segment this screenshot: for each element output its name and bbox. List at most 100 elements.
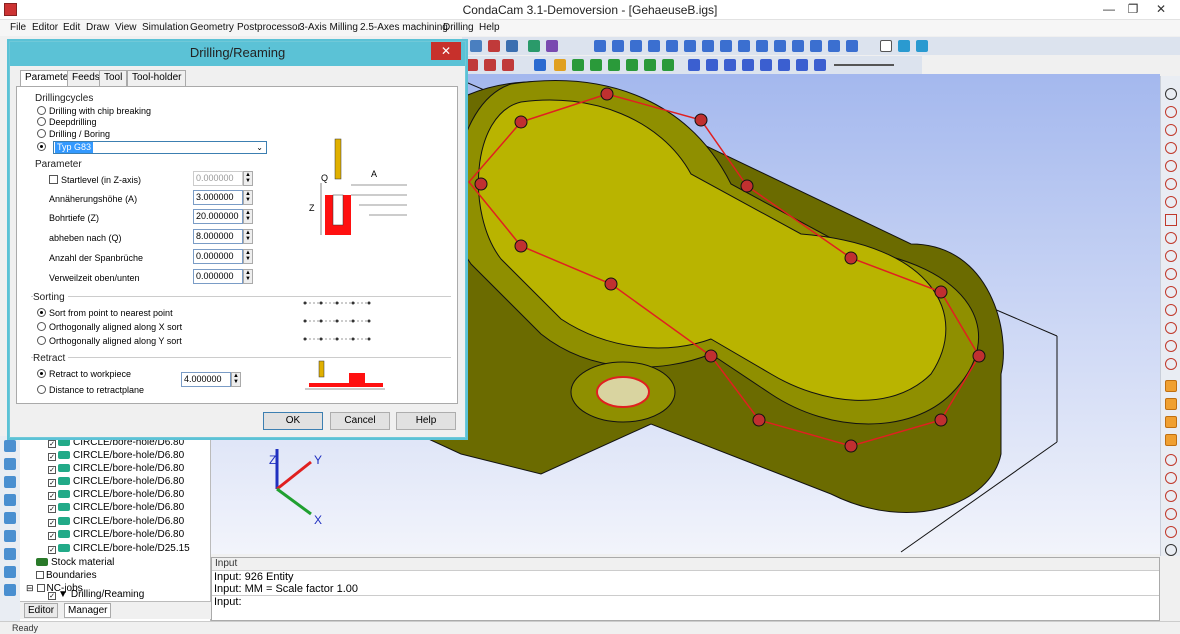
tool-icon[interactable] <box>756 40 768 52</box>
play-icon[interactable] <box>796 59 808 71</box>
play-icon[interactable] <box>742 59 754 71</box>
radio-sort-x[interactable]: Orthogonally aligned along X sort <box>37 322 182 333</box>
tab-manager[interactable]: Manager <box>64 603 112 618</box>
help-button[interactable]: Help <box>396 412 456 430</box>
circle-icon[interactable] <box>1165 508 1177 520</box>
radio-sort-y[interactable]: Orthogonally aligned along Y sort <box>37 336 182 347</box>
cycle-type-select[interactable]: Typ G83 ⌄ <box>53 141 267 154</box>
tool-icon[interactable] <box>4 440 16 452</box>
radio-drilling-chip[interactable]: Drilling with chip breaking <box>37 106 151 117</box>
perpendicular-icon[interactable] <box>1165 490 1177 502</box>
tree-item[interactable]: ✓ CIRCLE/bore-hole/D6.80 <box>48 515 184 528</box>
tool-icon[interactable] <box>648 40 660 52</box>
tool-icon[interactable] <box>738 40 750 52</box>
tool-icon[interactable] <box>572 59 584 71</box>
tool-icon[interactable] <box>630 40 642 52</box>
tool-icon[interactable] <box>702 40 714 52</box>
circle-icon[interactable] <box>1165 232 1177 244</box>
tool-icon[interactable] <box>626 59 638 71</box>
tool-icon[interactable] <box>502 59 514 71</box>
tool-icon[interactable] <box>4 566 16 578</box>
chipbreaks-input[interactable]: 0.000000 <box>193 249 243 264</box>
play-icon[interactable] <box>760 59 772 71</box>
menu-edit[interactable]: Edit <box>63 22 80 33</box>
tree-item-stock[interactable]: Stock material <box>36 556 114 569</box>
menu-3axis-milling[interactable]: 3-Axis Milling <box>299 22 358 33</box>
hand-icon[interactable] <box>1165 544 1177 556</box>
polyline-icon[interactable] <box>1165 196 1177 208</box>
dwell-input[interactable]: 0.000000 <box>193 269 243 284</box>
intersect-icon[interactable] <box>1165 472 1177 484</box>
tab-tool[interactable]: Tool <box>99 70 128 86</box>
chipbreaks-spinner[interactable]: ▲ ▼ <box>243 249 253 264</box>
tool-icon[interactable] <box>880 40 892 52</box>
close-button[interactable]: ✕ <box>1144 0 1178 20</box>
ok-button[interactable]: OK <box>263 412 323 430</box>
tool-icon[interactable] <box>466 59 478 71</box>
tool-icon[interactable] <box>590 59 602 71</box>
play-icon[interactable] <box>706 59 718 71</box>
tool-icon[interactable] <box>666 40 678 52</box>
circle-icon[interactable] <box>1165 142 1177 154</box>
retract-q-spinner[interactable]: ▲ ▼ <box>243 229 253 244</box>
tab-editor[interactable]: Editor <box>24 603 59 618</box>
play-icon[interactable] <box>688 59 700 71</box>
command-input[interactable]: Input: <box>212 595 1159 608</box>
tool-icon[interactable] <box>792 40 804 52</box>
arc-icon[interactable] <box>1165 358 1177 370</box>
tool-icon[interactable] <box>4 458 16 470</box>
snap-icon[interactable] <box>1165 416 1177 428</box>
tool-icon[interactable] <box>612 40 624 52</box>
circle-icon[interactable] <box>1165 268 1177 280</box>
tool-icon[interactable] <box>488 40 500 52</box>
tool-icon[interactable] <box>506 40 518 52</box>
play-icon[interactable] <box>724 59 736 71</box>
startlevel-input[interactable]: 0.000000 <box>193 171 243 186</box>
tool-icon[interactable] <box>546 40 558 52</box>
menu-view[interactable]: View <box>115 22 137 33</box>
point-icon[interactable] <box>1165 88 1177 100</box>
menu-25axes-machining[interactable]: 2.5-Axes machining <box>360 22 448 33</box>
tool-icon[interactable] <box>594 40 606 52</box>
line-icon[interactable] <box>1165 124 1177 136</box>
tool-icon[interactable] <box>810 40 822 52</box>
tree-item[interactable]: ✓ CIRCLE/bore-hole/D6.80 <box>48 488 184 501</box>
snap-icon[interactable] <box>1165 434 1177 446</box>
approach-input[interactable]: 3.000000 <box>193 190 243 205</box>
approach-spinner[interactable]: ▲ ▼ <box>243 190 253 205</box>
startlevel-spinner[interactable]: ▲ ▼ <box>243 171 253 186</box>
menu-drilling[interactable]: Drilling <box>443 22 474 33</box>
tool-icon[interactable] <box>898 40 910 52</box>
radio-drilling-boring[interactable]: Drilling / Boring <box>37 129 110 140</box>
menu-editor[interactable]: Editor <box>32 22 58 33</box>
tool-icon[interactable] <box>774 40 786 52</box>
radio-sort-nearest[interactable]: Sort from point to nearest point <box>37 308 173 319</box>
depth-input[interactable]: 20.000000 <box>193 209 243 224</box>
tree-item-boundaries[interactable]: Boundaries <box>36 569 97 582</box>
tool-icon[interactable] <box>846 40 858 52</box>
tool-icon[interactable] <box>470 40 482 52</box>
retract-spinner[interactable]: ▲ ▼ <box>231 372 241 387</box>
snap-on-icon[interactable] <box>1165 398 1177 410</box>
circle-icon[interactable] <box>1165 286 1177 298</box>
tool-icon[interactable] <box>720 40 732 52</box>
radio-deepdrilling[interactable]: Deepdrilling <box>37 117 97 128</box>
tool-icon[interactable] <box>662 59 674 71</box>
rectangle-icon[interactable] <box>1165 214 1177 226</box>
tree-item[interactable]: ✓ CIRCLE/bore-hole/D6.80 <box>48 528 184 541</box>
tool-icon[interactable] <box>684 40 696 52</box>
tree-item-drilling[interactable]: ✓ ▼ Drilling/Reaming <box>48 588 144 601</box>
tree-item[interactable]: ✓ CIRCLE/bore-hole/D6.80 <box>48 449 184 462</box>
line-icon[interactable] <box>1165 106 1177 118</box>
tool-icon[interactable] <box>4 530 16 542</box>
tool-icon[interactable] <box>644 59 656 71</box>
menu-help[interactable]: Help <box>479 22 500 33</box>
tool-icon[interactable] <box>916 40 928 52</box>
tool-icon[interactable] <box>534 59 546 71</box>
tool-icon[interactable] <box>4 476 16 488</box>
play-icon[interactable] <box>778 59 790 71</box>
circle-icon[interactable] <box>1165 526 1177 538</box>
tool-icon[interactable] <box>554 59 566 71</box>
tree-item[interactable]: ✓ CIRCLE/bore-hole/D6.80 <box>48 475 184 488</box>
tab-toolholder[interactable]: Tool-holder <box>127 70 187 86</box>
